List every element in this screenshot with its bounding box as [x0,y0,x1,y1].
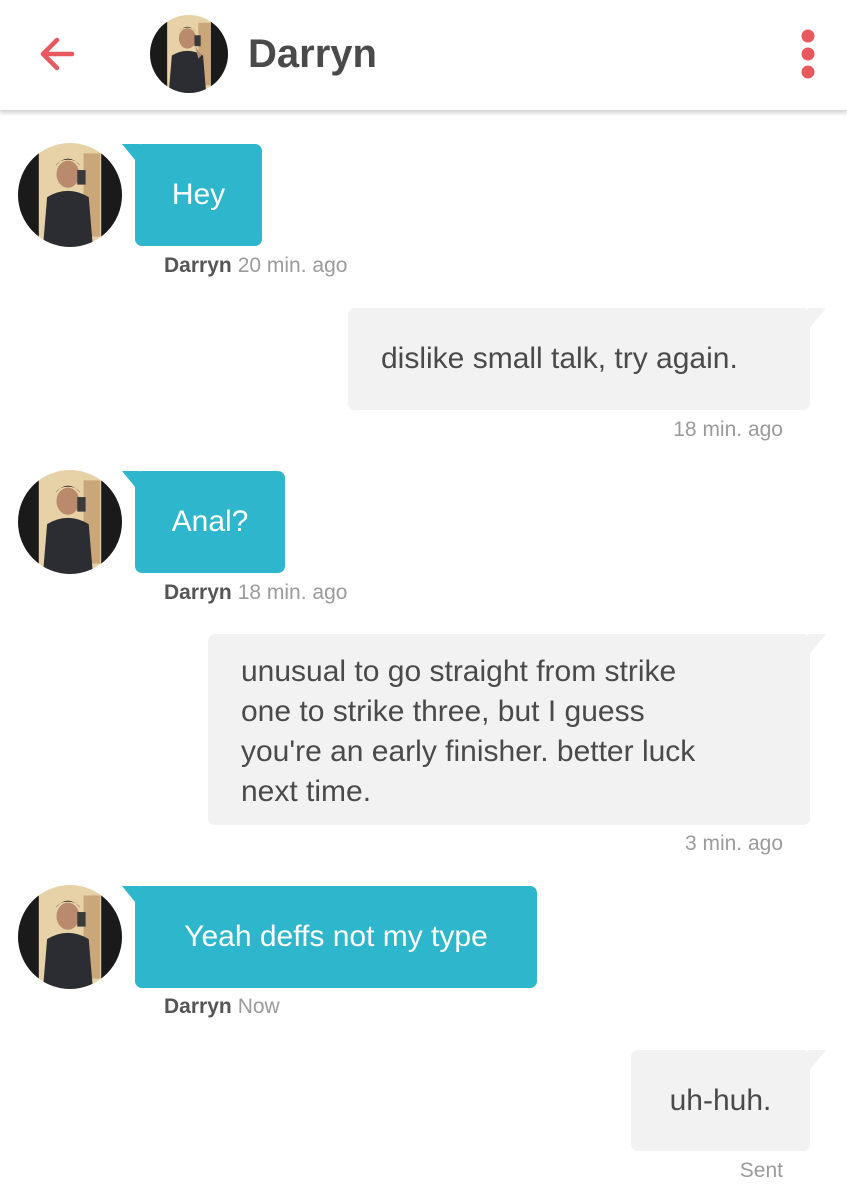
profile-photo-icon [18,143,122,247]
message-status: Sent [739,1159,783,1182]
bubble-tail [808,308,826,330]
message-text-line: next time. [241,775,372,808]
header-avatar[interactable] [150,15,228,93]
profile-photo-icon [18,470,122,574]
message-text-line: you're an early finisher. better luck [241,735,696,768]
message-bubble-outgoing[interactable]: uh-huh. [631,1050,810,1151]
message-text: Anal? [171,505,249,538]
message-text-line: unusual to go straight from strike [241,655,677,688]
message-meta: Darryn 18 min. ago [164,581,347,605]
message-text: uh-huh. [669,1084,772,1117]
message-bubble-outgoing[interactable]: unusual to go straight from strike one t… [208,634,810,825]
sender-name: Darryn [164,995,232,1018]
message-text: Yeah deffs not my type [184,920,488,953]
message-text: Hey [171,178,226,211]
page-title: Darryn [248,32,377,76]
message-bubble-incoming[interactable]: Hey [135,144,262,246]
more-options-button[interactable] [790,26,826,82]
message-text: dislike small talk, try again. [381,342,738,375]
message-time: 18 min. ago [237,581,348,604]
profile-photo-icon [18,885,122,989]
message-time: 18 min. ago [673,418,783,441]
message-time: 20 min. ago [237,254,348,277]
message-meta: Darryn 20 min. ago [164,254,347,278]
bubble-tail [808,634,826,656]
sender-name: Darryn [164,254,232,277]
sender-avatar[interactable] [18,885,122,989]
message-bubble-incoming[interactable]: Yeah deffs not my type [135,886,537,988]
bubble-tail [808,1050,826,1072]
sender-avatar[interactable] [18,143,122,247]
message-bubble-outgoing[interactable]: dislike small talk, try again. [348,308,810,410]
message-time: Now [237,995,280,1018]
message-bubble-incoming[interactable]: Anal? [135,471,285,573]
sender-avatar[interactable] [18,470,122,574]
message-meta: Darryn Now [164,995,280,1019]
back-arrow-icon [40,37,75,71]
message-text-line: one to strike three, but I guess [241,695,645,728]
sender-name: Darryn [164,581,232,604]
profile-photo-icon [150,15,228,93]
vertical-dots-icon [801,29,815,79]
chat-header: Darryn [0,0,847,111]
message-time: 3 min. ago [684,832,783,855]
back-button[interactable] [30,28,86,80]
